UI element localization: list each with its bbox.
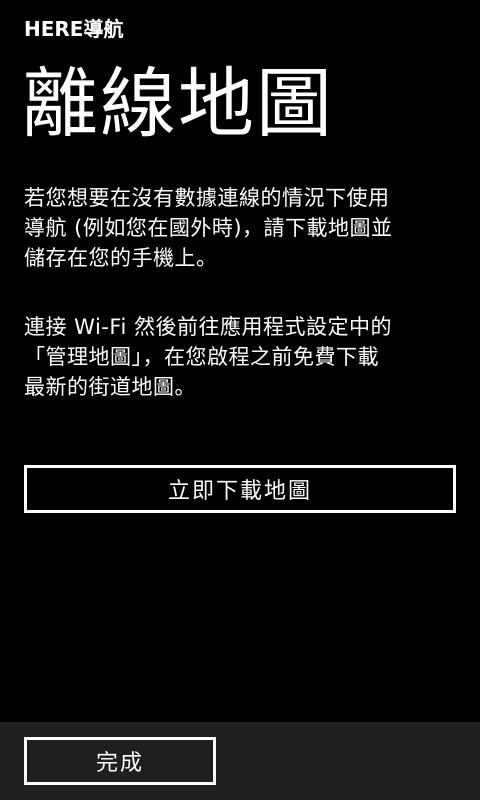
page-title: 離線地圖 xyxy=(22,59,334,148)
done-button[interactable]: 完成 xyxy=(24,737,216,785)
offline-info-paragraph: 若您想要在沒有數據連線的情況下使用 導航 (例如您在國外時)，請下載地圖並 儲存… xyxy=(24,186,393,270)
download-maps-button-label: 立即下載地圖 xyxy=(167,479,312,504)
download-maps-button[interactable]: 立即下載地圖 xyxy=(24,465,456,513)
done-button-label: 完成 xyxy=(95,751,144,776)
wifi-info-paragraph: 連接 Wi-Fi 然後前往應用程式設定中的 「管理地圖」，在您啟程之前免費下載 … xyxy=(24,315,392,399)
app-title: HERE導航 xyxy=(24,17,124,41)
app-bar: 完成 xyxy=(0,722,480,800)
